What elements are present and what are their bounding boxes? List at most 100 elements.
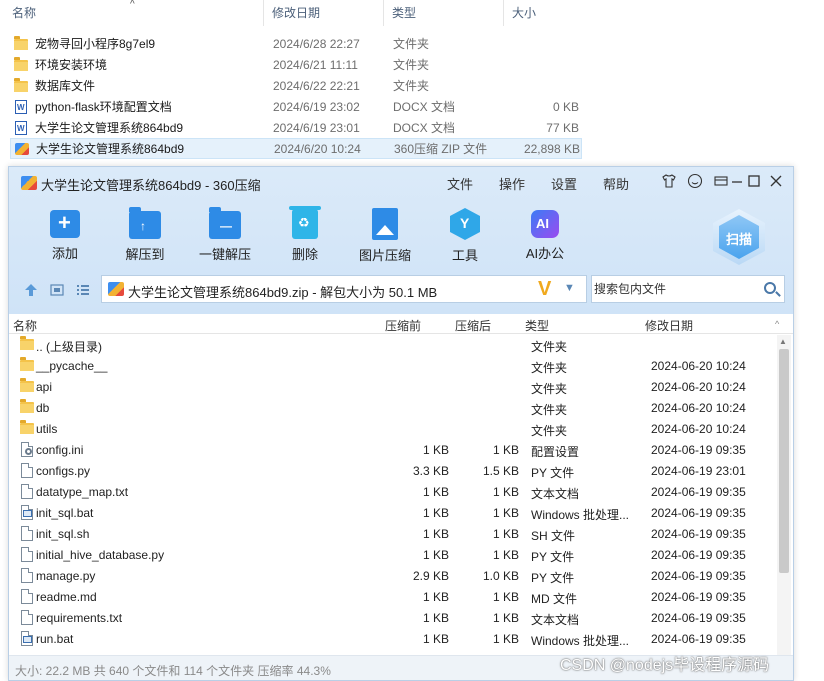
col-name[interactable]: 名称: [13, 317, 37, 334]
file-type: 文本文档: [531, 487, 580, 501]
file-row[interactable]: init_sql.bat 1 KB 1 KB Windows 批处理... 2024-0…: [9, 502, 779, 523]
explorer-col-size[interactable]: 大小: [504, 0, 584, 26]
explorer-row[interactable]: 大学生论文管理系统864bd9 2024/6/20 10:24 360压缩 ZIP …: [10, 138, 582, 159]
col-type[interactable]: 类型: [525, 317, 549, 334]
col-modified[interactable]: 修改日期: [645, 317, 693, 334]
ai-office-button[interactable]: AI AI办公: [510, 207, 580, 267]
file-row[interactable]: config.ini 1 KB 1 KB 配置设置 2024-06-19 09:35: [9, 439, 779, 460]
explorer-row[interactable]: W 大学生论文管理系统864bd9 2024/6/19 23:01 DOCX 文档 77…: [10, 117, 582, 138]
file-modified: 2024-06-19 09:35: [651, 443, 746, 457]
minimize-icon[interactable]: [729, 173, 745, 189]
close-icon[interactable]: [768, 173, 784, 189]
shirt-icon[interactable]: [661, 173, 677, 189]
file-name: datatype_map.txt: [36, 485, 129, 499]
file-row-icon: [19, 504, 35, 520]
file-size-before: 1 KB: [422, 632, 449, 646]
file-size-before: 1 KB: [422, 590, 449, 604]
one-click-extract-label: 一键解压: [198, 247, 251, 262]
scrollbar-thumb[interactable]: [779, 349, 789, 573]
file-size-before: 1 KB: [422, 527, 449, 541]
explorer-row-date: 2024/6/19 23:02: [273, 99, 360, 114]
menu-help[interactable]: 帮助: [603, 174, 629, 193]
file-name: configs.py: [36, 464, 91, 478]
file-row[interactable]: manage.py 2.9 KB 1.0 KB PY 文件 2024-06-19 09:…: [9, 565, 779, 586]
thumbnail-view-icon[interactable]: [49, 283, 65, 299]
explorer-row-date: 2024/6/19 23:01: [273, 120, 360, 135]
ai-office-icon: AI: [531, 210, 559, 238]
file-modified: 2024-06-20 10:24: [651, 380, 746, 394]
file-row[interactable]: utils 文件夹 2024-06-20 10:24: [9, 418, 779, 439]
one-click-extract-button[interactable]: — 一键解压: [190, 207, 260, 267]
file-row[interactable]: __pycache__ 文件夹 2024-06-20 10:24: [9, 355, 779, 376]
file-row[interactable]: api 文件夹 2024-06-20 10:24: [9, 376, 779, 397]
file-type: SH 文件: [531, 529, 576, 543]
file-modified: 2024-06-19 23:01: [651, 464, 746, 478]
watermark-text: CSDN @nodejs毕设程序源码: [560, 657, 770, 674]
search-input[interactable]: [592, 276, 762, 302]
file-name: db: [36, 401, 50, 415]
file-name: initial_hive_database.py: [36, 548, 165, 562]
file-row-icon: [19, 357, 35, 373]
file-row-icon: [19, 378, 35, 394]
maximize-icon[interactable]: [746, 173, 762, 189]
explorer-row[interactable]: 宠物寻回小程序8g7el9 2024/6/28 22:27 文件夹: [10, 33, 582, 54]
explorer-row-size: 22,898 KB: [523, 141, 580, 156]
add-label: 添加: [51, 246, 78, 261]
file-size-before: 1 KB: [422, 611, 449, 625]
explorer-col-type[interactable]: 类型: [384, 0, 504, 26]
path-field[interactable]: 大学生论文管理系统864bd9.zip - 解包大小为 50.1 MB V ▼: [101, 275, 587, 303]
search-icon[interactable]: [764, 282, 776, 294]
file-size-after: 1 KB: [492, 611, 519, 625]
tools-button[interactable]: Y 工具: [430, 207, 500, 267]
explorer-row-name: 环境安装环境: [35, 58, 108, 72]
menu-icon[interactable]: [713, 173, 729, 189]
scroll-up-arrow-icon[interactable]: ▲: [779, 337, 787, 346]
file-row[interactable]: .. (上级目录) 文件夹: [9, 334, 779, 355]
file-type: MD 文件: [531, 592, 577, 606]
file-size-before: 1 KB: [422, 506, 449, 520]
file-row[interactable]: readme.md 1 KB 1 KB MD 文件 2024-06-19 09:35: [9, 586, 779, 607]
file-row[interactable]: init_sql.sh 1 KB 1 KB SH 文件 2024-06-19 09:35: [9, 523, 779, 544]
col-size-before[interactable]: 压缩前: [385, 317, 421, 334]
explorer-column-header: 名称 ^ 修改日期 类型 大小: [0, 0, 590, 26]
col-size-after[interactable]: 压缩后: [455, 317, 491, 334]
list-view-icon[interactable]: [75, 283, 91, 299]
delete-button[interactable]: ♻ 删除: [270, 206, 340, 267]
explorer-col-date[interactable]: 修改日期: [264, 0, 384, 26]
extract-to-button[interactable]: ↑ 解压到: [110, 207, 180, 267]
add-button[interactable]: 添加: [30, 207, 100, 267]
file-row[interactable]: datatype_map.txt 1 KB 1 KB 文本文档 2024-06-19 0…: [9, 481, 779, 502]
smiley-icon[interactable]: [687, 173, 703, 189]
scan-button[interactable]: 扫描: [711, 207, 767, 267]
delete-icon: ♻: [289, 206, 321, 239]
file-type: 文件夹: [531, 361, 568, 375]
file-row[interactable]: requirements.txt 1 KB 1 KB 文本文档 2024-06-19 0…: [9, 607, 779, 628]
file-name: api: [36, 380, 53, 394]
explorer-col-name[interactable]: 名称 ^: [0, 0, 264, 26]
explorer-row-icon: W: [13, 120, 29, 136]
menu-file[interactable]: 文件: [447, 174, 473, 193]
title-bar[interactable]: 大学生论文管理系统864bd9 - 360压缩 文件 操作 设置 帮助: [9, 167, 793, 197]
file-size-before: 1 KB: [422, 548, 449, 562]
explorer-row-icon: [13, 77, 29, 94]
explorer-row-type: 文件夹: [393, 58, 430, 72]
file-row[interactable]: run.bat 1 KB 1 KB Windows 批处理... 2024-06-19 …: [9, 628, 779, 649]
file-name: init_sql.sh: [36, 527, 90, 541]
chevron-down-icon[interactable]: ▼: [564, 282, 575, 294]
file-type: Windows 批处理...: [531, 634, 630, 648]
file-name: utils: [36, 422, 58, 436]
image-compress-button[interactable]: 图片压缩: [350, 207, 420, 267]
menu-settings[interactable]: 设置: [551, 174, 577, 193]
up-arrow-icon[interactable]: [23, 283, 39, 299]
explorer-row[interactable]: 环境安装环境 2024/6/21 11:11 文件夹: [10, 54, 582, 75]
sort-caret-icon[interactable]: ^: [775, 319, 779, 329]
menu-operate[interactable]: 操作: [499, 174, 525, 193]
explorer-row-icon: [14, 141, 30, 157]
file-row[interactable]: configs.py 3.3 KB 1.5 KB PY 文件 2024-06-19 23…: [9, 460, 779, 481]
explorer-row[interactable]: 数据库文件 2024/6/22 22:21 文件夹: [10, 75, 582, 96]
file-row[interactable]: initial_hive_database.py 1 KB 1 KB PY 文件 202…: [9, 544, 779, 565]
file-row-icon: [19, 609, 35, 625]
explorer-row[interactable]: Wpython-flask环境配置文档 2024/6/19 23:02 DOCX 文…: [10, 96, 582, 117]
search-box[interactable]: [591, 275, 785, 303]
file-row[interactable]: db 文件夹 2024-06-20 10:24: [9, 397, 779, 418]
